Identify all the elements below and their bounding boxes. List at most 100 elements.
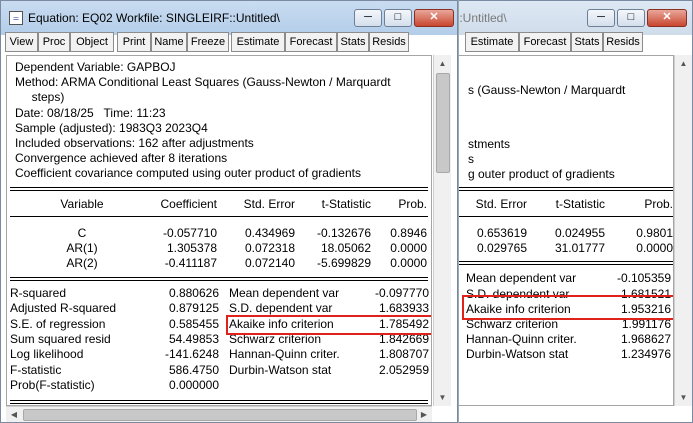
table-rule: [10, 277, 428, 278]
col-header-t-statistic: t-Statistic: [555, 197, 605, 211]
vertical-scroll-thumb[interactable]: [436, 73, 450, 173]
coef-cell: 0.0000: [636, 241, 673, 255]
header-line: Convergence achieved after 8 iterations: [15, 151, 228, 165]
table-rule: [10, 403, 428, 404]
toolbar-object-button[interactable]: Object: [70, 32, 114, 52]
stat-value: 54.49853: [168, 331, 219, 346]
minimize-icon: ─: [364, 11, 372, 23]
minimize-button[interactable]: ─: [354, 9, 382, 27]
stat-label: Adjusted R-squared: [10, 301, 117, 316]
svg-text:=: =: [13, 13, 19, 25]
coef-value: 0.434969: [244, 226, 295, 240]
output-pane: s (Gauss-Newton / Marquardt stments s g …: [459, 55, 674, 406]
coef-cell: 31.01777: [554, 241, 605, 255]
coef-value: 0.8946: [390, 226, 427, 240]
maximize-icon: □: [627, 11, 635, 23]
minimize-icon: ─: [597, 11, 605, 23]
stat-value: 2.052959: [378, 362, 429, 377]
coef-cell: 0.9801: [636, 226, 673, 240]
table-rule: [459, 190, 673, 191]
toolbar-forecast-button[interactable]: Forecast: [519, 32, 571, 52]
coef-value: 1.305378: [166, 241, 217, 255]
stat-label: Hannan-Quinn criter.: [229, 347, 340, 362]
scroll-right-icon[interactable]: ▶: [416, 407, 432, 422]
close-button[interactable]: ✕: [647, 9, 687, 27]
stat-label: Durbin-Watson stat: [229, 362, 332, 377]
header-line: s (Gauss-Newton / Marquardt: [468, 83, 626, 97]
table-rule: [459, 216, 673, 217]
toolbar-freeze-button[interactable]: Freeze: [187, 32, 229, 52]
scroll-left-icon[interactable]: ◀: [6, 407, 22, 422]
akaike-highlight-box: [462, 295, 673, 320]
coef-value: 18.05062: [320, 241, 371, 255]
coef-variable-name: AR(1): [66, 241, 98, 255]
close-icon: ✕: [429, 11, 439, 23]
stat-value: 1.234976: [620, 347, 671, 361]
maximize-button[interactable]: □: [617, 9, 645, 27]
stat-value: 0.585455: [168, 316, 219, 331]
minimize-button[interactable]: ─: [587, 9, 615, 27]
toolbar-stats-button[interactable]: Stats: [571, 32, 603, 52]
scroll-up-icon[interactable]: ▲: [675, 55, 692, 72]
table-rule: [10, 187, 428, 188]
stat-value: 0.880626: [168, 286, 219, 300]
table-rule: [10, 400, 428, 401]
stat-value: 0.879125: [168, 301, 219, 316]
toolbar-estimate-button[interactable]: Estimate: [465, 32, 519, 52]
col-header-prob: Prob.: [644, 197, 673, 211]
header-line: g outer product of gradients: [468, 167, 615, 181]
stat-label: S.D. dependent var: [229, 301, 333, 316]
table-rule: [10, 216, 428, 217]
maximize-button[interactable]: □: [384, 9, 412, 27]
col-header-variable: Variable: [60, 197, 104, 211]
stat-value: 586.4750: [168, 362, 219, 377]
close-icon: ✕: [662, 11, 672, 23]
maximize-icon: □: [394, 11, 402, 23]
toolbar-stats-button[interactable]: Stats: [337, 32, 369, 52]
scroll-down-icon[interactable]: ▼: [434, 389, 451, 406]
stat-value: -0.105359: [616, 271, 671, 285]
header-line: Coefficient covariance computed using ou…: [15, 166, 361, 180]
toolbar-view-button[interactable]: View: [5, 32, 38, 52]
window-title: ::Untitled\: [456, 11, 507, 25]
stat-label: Mean dependent var: [229, 286, 340, 300]
stat-label: Sum squared resid: [10, 331, 111, 346]
equation-window-eq02[interactable]: = Equation: EQ02 Workfile: SINGLEIRF::Un…: [0, 0, 458, 423]
stat-value: -0.097770: [374, 286, 429, 300]
coef-value: -5.699829: [316, 256, 371, 270]
toolbar-name-button[interactable]: Name: [151, 32, 187, 52]
vertical-scrollbar[interactable]: ▲ ▼: [433, 55, 451, 406]
horizontal-scroll-thumb[interactable]: [23, 409, 417, 421]
toolbar-print-button[interactable]: Print: [117, 32, 151, 52]
toolbar-resids-button[interactable]: Resids: [603, 32, 643, 52]
header-line: Included observations: 162 after adjustm…: [15, 136, 254, 150]
stat-label: Prob(F-statistic): [10, 377, 95, 392]
header-line: Date: 08/18/25 Time: 11:23: [15, 106, 166, 120]
table-rule: [459, 187, 673, 188]
toolbar-estimate-button[interactable]: Estimate: [231, 32, 285, 52]
table-rule: [10, 280, 428, 281]
col-header-t-statistic: t-Statistic: [321, 197, 371, 211]
col-header-std-error: Std. Error: [243, 197, 295, 211]
table-rule: [459, 261, 673, 262]
coef-cell: 0.024955: [554, 226, 605, 240]
close-button[interactable]: ✕: [414, 9, 454, 27]
toolbar-proc-button[interactable]: Proc: [38, 32, 70, 52]
title-bar[interactable]: = Equation: EQ02 Workfile: SINGLEIRF::Un…: [1, 1, 457, 35]
col-header-coefficient: Coefficient: [160, 197, 217, 211]
stat-label: R-squared: [10, 286, 67, 300]
equation-icon: =: [9, 11, 23, 25]
toolbar-forecast-button[interactable]: Forecast: [285, 32, 337, 52]
stat-value: 1.683933: [378, 301, 429, 316]
coef-cell: 0.029765: [476, 241, 527, 255]
stat-value: -141.6248: [164, 347, 219, 362]
coef-value: 0.0000: [390, 241, 427, 255]
scroll-down-icon[interactable]: ▼: [675, 389, 692, 406]
toolbar-resids-button[interactable]: Resids: [369, 32, 409, 52]
horizontal-scrollbar[interactable]: ◀ ▶: [6, 406, 432, 422]
scroll-up-icon[interactable]: ▲: [434, 55, 451, 72]
coef-value: -0.057710: [162, 226, 217, 240]
vertical-scrollbar[interactable]: ▲ ▼: [674, 55, 692, 406]
coef-cell: 0.653619: [476, 226, 527, 240]
coef-value: 0.072140: [244, 256, 295, 270]
